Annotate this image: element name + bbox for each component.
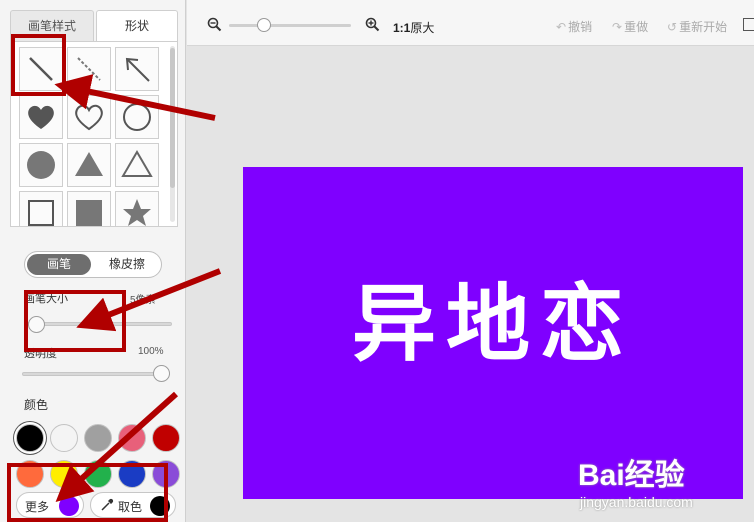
tab-shapes[interactable]: 形状	[96, 10, 178, 42]
canvas-text: 异地恋	[351, 275, 634, 373]
square-filled-icon	[76, 200, 102, 226]
shape-line[interactable]	[19, 47, 63, 91]
color-picker-button[interactable]: 取色	[90, 492, 176, 518]
shape-dashed-line[interactable]	[67, 47, 111, 91]
zoom-suffix: 原大	[410, 21, 435, 35]
color-section-label: 颜色	[24, 398, 49, 412]
restart-icon: ↺	[667, 20, 678, 34]
shape-heart-filled[interactable]	[19, 95, 63, 139]
shape-triangle-filled[interactable]	[67, 143, 111, 187]
redo-icon: ↷	[612, 20, 623, 34]
zoom-slider[interactable]	[229, 24, 351, 27]
dashed-line-icon	[77, 57, 101, 81]
brush-size-slider-knob[interactable]	[28, 316, 45, 333]
more-colors-label: 更多	[25, 500, 50, 514]
undo-icon: ↶	[556, 20, 567, 34]
panel-toggle-icon[interactable]	[743, 18, 754, 31]
restart-label: 重新开始	[679, 20, 728, 34]
shape-square-outline[interactable]	[19, 191, 63, 226]
restart-button[interactable]: ↺ 重新开始	[667, 18, 727, 35]
shape-grid	[10, 41, 178, 227]
shape-arrow[interactable]	[115, 47, 159, 91]
shape-grid-scrollbar[interactable]	[170, 46, 175, 222]
zoom-out-icon[interactable]	[207, 17, 222, 32]
redo-label: 重做	[624, 20, 649, 34]
zoom-level[interactable]: 1:1原大	[393, 19, 434, 36]
opacity-value: 100%	[138, 346, 164, 357]
shape-triangle-outline[interactable]	[115, 143, 159, 187]
heart-filled-icon	[28, 105, 54, 129]
color-swatch[interactable]	[50, 424, 78, 452]
triangle-filled-icon	[75, 152, 103, 176]
zoom-slider-knob[interactable]	[257, 18, 271, 32]
heart-outline-icon	[75, 104, 103, 131]
color-swatch[interactable]	[152, 460, 180, 488]
more-colors-button[interactable]: 更多	[16, 492, 84, 518]
picked-color	[150, 496, 170, 516]
line-icon	[29, 57, 53, 81]
baidu-jingyan-watermark: Bai经验 jingyan.baidu.com	[578, 450, 693, 510]
star-filled-icon	[123, 199, 151, 226]
triangle-outline-icon	[121, 150, 153, 177]
brush-size-label: 画笔大小	[24, 293, 68, 305]
zoom-ratio: 1:1	[393, 21, 411, 35]
opacity-label: 透明度	[24, 348, 57, 360]
color-swatch[interactable]	[50, 460, 78, 488]
color-swatch[interactable]	[16, 424, 44, 452]
color-swatch[interactable]	[84, 424, 112, 452]
shape-star-filled[interactable]	[115, 191, 159, 226]
left-tool-panel: 画笔样式 形状 画笔 橡皮擦 画笔大小 5像素 透明度 100% 颜色 更多 取…	[0, 0, 186, 522]
arrow-icon	[125, 57, 150, 82]
circle-filled-icon	[27, 151, 55, 179]
shape-circle-filled[interactable]	[19, 143, 63, 187]
zoom-in-icon[interactable]	[365, 17, 380, 32]
brush-mode-button[interactable]: 画笔	[27, 254, 91, 275]
brush-eraser-toggle: 画笔 橡皮擦	[24, 251, 162, 278]
eraser-mode-button[interactable]: 橡皮擦	[95, 254, 159, 275]
color-swatch[interactable]	[152, 424, 180, 452]
top-toolbar: 1:1原大 ↶ 撤销 ↷ 重做 ↺ 重新开始	[187, 0, 754, 46]
scrollbar-thumb[interactable]	[170, 48, 175, 188]
color-swatch[interactable]	[16, 460, 44, 488]
redo-button[interactable]: ↷ 重做	[612, 18, 648, 35]
shape-circle-outline[interactable]	[115, 95, 159, 139]
square-outline-icon	[28, 200, 54, 226]
circle-outline-icon	[123, 103, 151, 131]
color-swatch[interactable]	[84, 460, 112, 488]
brush-size-slider[interactable]	[24, 322, 172, 326]
watermark-url: jingyan.baidu.com	[580, 494, 693, 510]
eyedropper-icon	[101, 498, 114, 511]
current-custom-color	[59, 496, 79, 516]
shape-square-filled[interactable]	[67, 191, 111, 226]
brush-size-value: 5像素	[130, 295, 156, 306]
tab-brush-style[interactable]: 画笔样式	[10, 10, 94, 42]
panel-tabs: 画笔样式 形状	[10, 10, 178, 42]
watermark-brand: Bai经验	[578, 459, 685, 492]
opacity-slider-knob[interactable]	[153, 365, 170, 382]
undo-label: 撤销	[568, 20, 593, 34]
color-swatch[interactable]	[118, 424, 146, 452]
shape-heart-outline[interactable]	[67, 95, 111, 139]
undo-button[interactable]: ↶ 撤销	[556, 18, 592, 35]
color-swatch[interactable]	[118, 460, 146, 488]
opacity-slider[interactable]	[22, 372, 170, 376]
color-picker-label: 取色	[118, 500, 143, 514]
